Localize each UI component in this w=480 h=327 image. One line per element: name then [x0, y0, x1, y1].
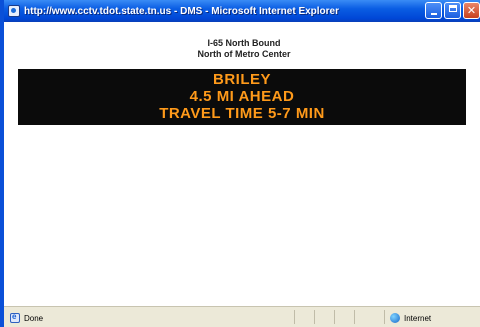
maximize-button[interactable]	[444, 2, 461, 19]
status-bar: Done Internet	[4, 306, 480, 327]
status-left: Done	[10, 312, 44, 323]
minimize-icon	[430, 13, 437, 15]
ie-app-icon[interactable]	[8, 5, 20, 17]
window-title: http://www.cctv.tdot.state.tn.us - DMS -…	[24, 5, 340, 17]
security-zone[interactable]: Internet	[390, 313, 431, 323]
page-content: I-65 North Bound North of Metro Center B…	[8, 22, 480, 306]
status-text: Done	[24, 313, 44, 323]
message-sign: BRILEY 4.5 MI AHEAD TRAVEL TIME 5-7 MIN	[18, 69, 466, 125]
route-line-2: North of Metro Center	[197, 49, 291, 59]
globe-icon	[390, 313, 400, 323]
minimize-button[interactable]	[425, 2, 442, 19]
status-divider	[294, 310, 295, 324]
status-divider	[314, 310, 315, 324]
zone-text: Internet	[404, 313, 432, 323]
route-description: I-65 North Bound North of Metro Center	[8, 38, 480, 60]
close-button[interactable]: ✕	[463, 2, 480, 19]
close-icon: ✕	[466, 4, 477, 17]
maximize-icon	[448, 5, 457, 12]
status-divider	[354, 310, 355, 324]
sign-line-1: BRILEY	[212, 71, 271, 88]
sign-line-2: 4.5 MI AHEAD	[189, 88, 295, 105]
sign-line-3: TRAVEL TIME 5-7 MIN	[159, 105, 325, 122]
route-line-1: I-65 North Bound	[207, 38, 281, 48]
status-divider	[334, 310, 335, 324]
browser-window: http://www.cctv.tdot.state.tn.us - DMS -…	[0, 0, 480, 327]
window-controls: ✕	[425, 2, 480, 19]
status-divider	[384, 310, 385, 324]
page-status-icon	[10, 312, 20, 323]
title-bar[interactable]: http://www.cctv.tdot.state.tn.us - DMS -…	[4, 0, 480, 22]
